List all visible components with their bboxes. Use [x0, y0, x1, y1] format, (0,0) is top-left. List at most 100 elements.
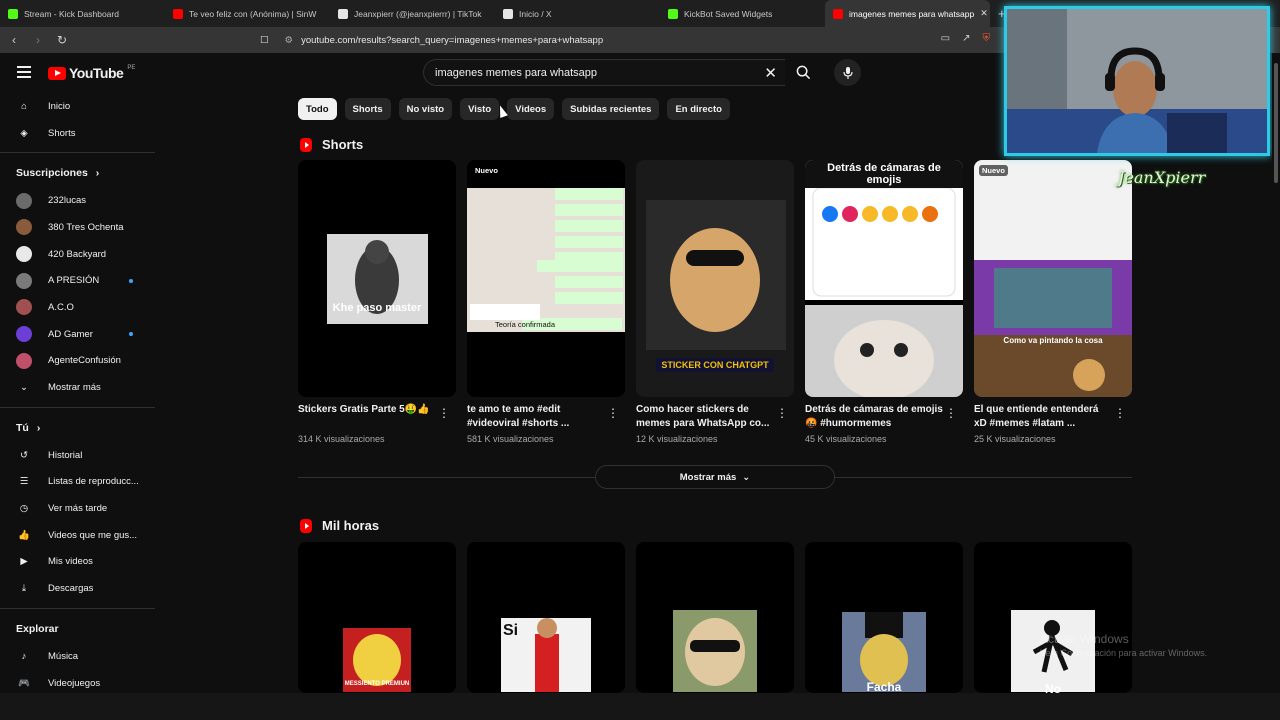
short-thumbnail[interactable]: MESSIENTO PREMIUN [298, 542, 456, 693]
short-card[interactable]: NuevoDetrás de cámaras de emojis Detrás d… [805, 160, 963, 444]
show-more-button[interactable]: Mostrar más ⌄ [595, 465, 835, 489]
sidebar-item[interactable]: ⌂ Inicio [0, 93, 155, 120]
browser-tab[interactable]: Inicio / X [495, 0, 660, 27]
filter-chip[interactable]: En directo [667, 98, 730, 120]
short-thumbnail[interactable]: Si [467, 542, 625, 693]
search-input[interactable]: imagenes memes para whatsapp ✕ [423, 59, 785, 86]
short-views: 314 K visualizaciones [298, 434, 385, 444]
thumbnail-caption: STICKER CON CHATGPT [661, 360, 769, 370]
site-info-icon[interactable]: ⚙ [285, 35, 294, 46]
short-card[interactable]: Khe paso master Stickers Gratis Parte 5🤑👍… [298, 160, 456, 444]
short-thumbnail[interactable]: No [974, 542, 1132, 693]
filter-chip[interactable]: Subidas recientes [562, 98, 660, 120]
short-thumbnail[interactable]: Nuevo Como va pintando la cosa [974, 160, 1132, 397]
subscriptions-heading[interactable]: Suscripciones › [0, 159, 155, 187]
short-thumbnail[interactable]: Facha [805, 542, 963, 693]
sidebar-item[interactable]: ♪ Música [0, 643, 155, 670]
gaming-icon: 🎮 [18, 677, 30, 689]
short-title[interactable]: Como hacer stickers de memes para WhatsA… [636, 403, 776, 431]
short-card[interactable]: Si [467, 542, 625, 693]
short-card[interactable] [636, 542, 794, 693]
sidebar-item[interactable]: ◈ Shorts [0, 120, 155, 147]
sidebar-item[interactable]: 👍 Videos que me gus... [0, 522, 155, 549]
sidebar-item[interactable]: ▶ Mis videos [0, 549, 155, 576]
scrollbar-thumb[interactable] [1274, 63, 1278, 183]
search-icon [796, 65, 810, 80]
channel-avatar [16, 272, 32, 289]
youtube-logo[interactable]: YouTube PE [48, 65, 135, 81]
voice-search-button[interactable] [834, 59, 861, 86]
sidebar-item[interactable]: AD Gamer [0, 321, 155, 348]
short-thumbnail[interactable]: Nuevo Teoría confirmada [467, 160, 625, 397]
sidebar-item[interactable]: ☰ Listas de reproducc... [0, 469, 155, 496]
short-views: 12 K visualizaciones [636, 434, 718, 444]
you-heading[interactable]: Tú › [0, 414, 155, 442]
browser-tab[interactable]: Te veo feliz con (Anónima) | SinW [165, 0, 330, 27]
sidebar-item[interactable]: ◷ Ver más tarde [0, 495, 155, 522]
browser-tab[interactable]: imagenes memes para whatsapp ✕ [825, 0, 990, 27]
filter-chip[interactable]: Visto [460, 98, 500, 120]
sidebar-item[interactable]: AgenteConfusión [0, 348, 155, 375]
show-more-subscriptions[interactable]: ⌄ Mostrar más [0, 374, 155, 401]
more-options-icon[interactable]: ⋮ [607, 406, 619, 420]
channel-avatar [16, 219, 32, 236]
streamer-webcam-image [1007, 9, 1267, 153]
search-button[interactable] [785, 59, 821, 86]
tab-title: KickBot Saved Widgets [684, 8, 773, 19]
more-options-icon[interactable]: ⋮ [776, 406, 788, 420]
sidebar-item-label: Videojuegos [48, 677, 101, 689]
thumbnail-image [327, 234, 428, 324]
thumbnail-caption: No [1045, 682, 1061, 693]
filter-chip[interactable]: Todo [298, 98, 337, 120]
short-card[interactable]: MESSIENTO PREMIUN [298, 542, 456, 693]
thumbnail-image [673, 610, 757, 692]
filter-chip[interactable]: Videos [507, 98, 555, 120]
forward-icon[interactable]: › [28, 33, 48, 47]
more-options-icon[interactable]: ⋮ [945, 406, 957, 420]
share-icon[interactable]: ↗ [962, 33, 970, 44]
clear-search-icon[interactable]: ✕ [764, 64, 777, 82]
filter-chip[interactable]: Shorts [344, 98, 391, 120]
more-options-icon[interactable]: ⋮ [1114, 406, 1126, 420]
page-scrollbar[interactable] [1272, 53, 1280, 693]
short-title[interactable]: Stickers Gratis Parte 5🤑👍 [298, 403, 438, 431]
thumbnail-image [974, 160, 1132, 397]
bookmark-icon[interactable]: ☐ [260, 35, 269, 46]
short-title[interactable]: Detrás de cámaras de emojis 🤬 #humormeme… [805, 403, 945, 431]
back-icon[interactable]: ‹ [4, 33, 24, 47]
short-card[interactable]: Nuevo Teoría confirmada te amo te amo #edi… [467, 160, 625, 444]
short-title[interactable]: te amo te amo #edit #videoviral #shorts … [467, 403, 607, 431]
browser-tab[interactable]: Stream - Kick Dashboard [0, 0, 165, 27]
sidebar-item[interactable]: ↺ Historial [0, 442, 155, 469]
tab-close-icon[interactable]: ✕ [980, 8, 988, 19]
url-text[interactable]: youtube.com/results?search_query=imagene… [301, 35, 603, 46]
sidebar-item[interactable]: 232lucas [0, 187, 155, 214]
more-options-icon[interactable]: ⋮ [438, 406, 450, 420]
watermark-line2: Ve a Configuración para activar Windows. [1040, 648, 1208, 658]
sidebar-item[interactable]: 380 Tres Ochenta [0, 214, 155, 241]
sidebar-item[interactable]: ⤓ Descargas [0, 575, 155, 602]
channel-avatar [16, 246, 32, 263]
short-thumbnail[interactable]: STICKER CON CHATGPT [636, 160, 794, 397]
cast-icon[interactable]: ▭ [941, 33, 950, 44]
browser-tab[interactable]: Jeanxpierr (@jeanxpierrr) | TikTok [330, 0, 495, 27]
sidebar-item[interactable]: 420 Backyard [0, 241, 155, 268]
sidebar-item[interactable]: A.C.O [0, 294, 155, 321]
short-title[interactable]: El que entiende entenderá xD #memes #lat… [974, 403, 1114, 431]
short-card[interactable]: Facha [805, 542, 963, 693]
browser-tab[interactable]: KickBot Saved Widgets [660, 0, 825, 27]
filter-chip[interactable]: No visto [398, 98, 453, 120]
short-thumbnail[interactable] [636, 542, 794, 693]
short-card[interactable]: STICKER CON CHATGPT Como hacer stickers d… [636, 160, 794, 444]
brave-shield-icon[interactable]: ⛨ [983, 33, 991, 44]
reload-icon[interactable]: ↻ [52, 33, 72, 47]
sidebar-item-label: Inicio [48, 100, 71, 112]
short-thumbnail[interactable]: NuevoDetrás de cámaras de emojis [805, 160, 963, 397]
sidebar-item[interactable]: A PRESIÓN [0, 267, 155, 294]
short-thumbnail[interactable]: Khe paso master [298, 160, 456, 397]
url-field[interactable]: ☐ ⚙ youtube.com/results?search_query=ima… [260, 31, 1000, 49]
sidebar-item-label: Listas de reproducc... [48, 476, 139, 488]
short-card[interactable]: No [974, 542, 1132, 693]
short-card[interactable]: Nuevo Como va pintando la cosa El que enti… [974, 160, 1132, 444]
menu-icon[interactable] [17, 66, 31, 81]
